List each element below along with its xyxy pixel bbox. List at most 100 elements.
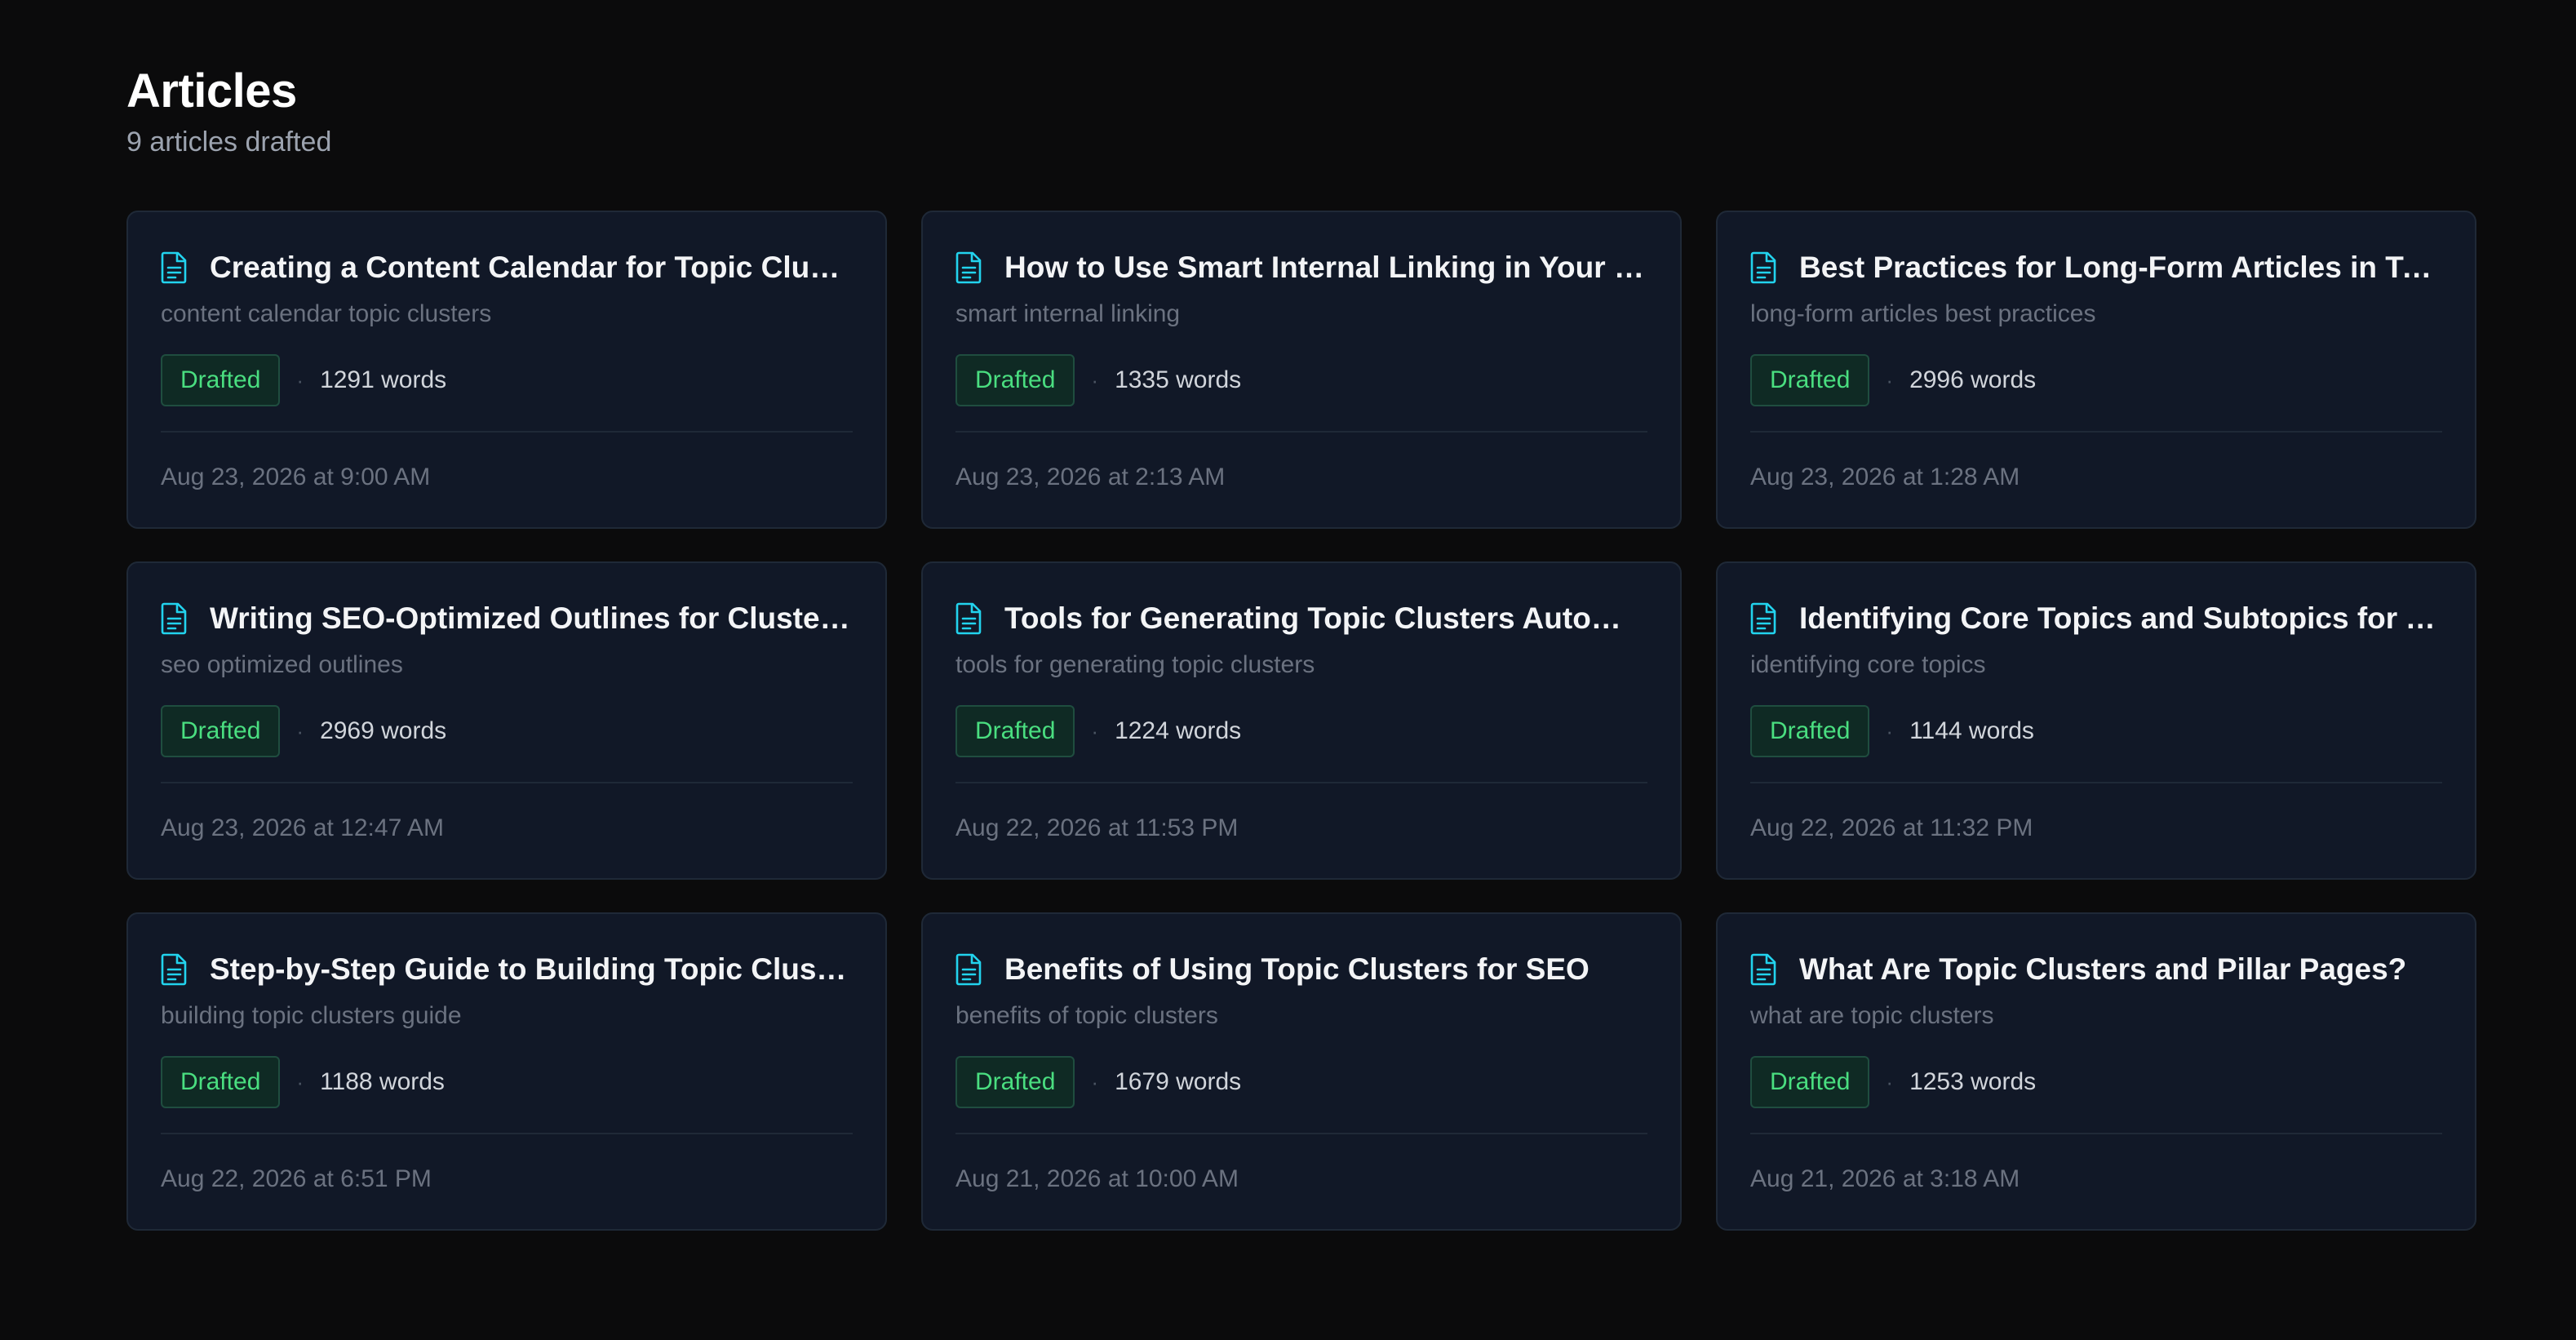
word-count: 1253 words (1909, 1068, 2037, 1095)
article-card[interactable]: How to Use Smart Internal Linking in You… (921, 211, 1682, 529)
card-header: Tools for Generating Topic Clusters Auto… (955, 596, 1647, 641)
article-count: 9 articles drafted (126, 126, 332, 158)
article-meta: Drafted · 1224 words (955, 705, 1647, 757)
document-icon (161, 953, 188, 986)
word-count: 2996 words (1909, 366, 2037, 393)
article-title[interactable]: Benefits of Using Topic Clusters for SEO (1004, 948, 1589, 991)
document-icon (1750, 602, 1778, 635)
article-card[interactable]: Tools for Generating Topic Clusters Auto… (921, 561, 1682, 880)
meta-separator: · (296, 718, 304, 743)
meta-separator: · (296, 1069, 304, 1094)
card-divider (161, 1133, 853, 1134)
article-card[interactable]: Benefits of Using Topic Clusters for SEO… (921, 912, 1682, 1231)
article-card[interactable]: Creating a Content Calendar for Topic Cl… (126, 211, 887, 529)
word-count: 2969 words (320, 717, 447, 744)
word-count: 1188 words (320, 1068, 445, 1095)
card-header: Creating a Content Calendar for Topic Cl… (161, 245, 853, 291)
article-title[interactable]: How to Use Smart Internal Linking in You… (1004, 246, 1647, 289)
document-icon (955, 251, 983, 284)
article-date: Aug 23, 2026 at 1:28 AM (1750, 464, 2020, 490)
document-icon (955, 953, 983, 986)
article-meta: Drafted · 2996 words (1750, 354, 2442, 406)
status-badge: Drafted (1750, 1056, 1870, 1108)
article-title[interactable]: What Are Topic Clusters and Pillar Pages… (1799, 948, 2406, 991)
article-title[interactable]: Identifying Core Topics and Subtopics fo… (1799, 597, 2442, 640)
article-title[interactable]: Writing SEO-Optimized Outlines for Clust… (210, 597, 853, 640)
document-icon (1750, 953, 1778, 986)
article-meta: Drafted · 1291 words (161, 354, 853, 406)
card-header: Step-by-Step Guide to Building Topic Clu… (161, 947, 853, 992)
article-keyword: identifying core topics (1750, 651, 1986, 678)
article-meta: Drafted · 1144 words (1750, 705, 2442, 757)
article-date: Aug 23, 2026 at 12:47 AM (161, 814, 444, 841)
card-header: How to Use Smart Internal Linking in You… (955, 245, 1647, 291)
article-card[interactable]: What Are Topic Clusters and Pillar Pages… (1716, 912, 2476, 1231)
status-badge: Drafted (1750, 354, 1870, 406)
article-meta: Drafted · 1188 words (161, 1056, 853, 1108)
article-title[interactable]: Step-by-Step Guide to Building Topic Clu… (210, 948, 853, 991)
document-icon (161, 602, 188, 635)
card-header: What Are Topic Clusters and Pillar Pages… (1750, 947, 2442, 992)
article-date: Aug 23, 2026 at 9:00 AM (161, 464, 431, 490)
article-title[interactable]: Tools for Generating Topic Clusters Auto… (1004, 597, 1647, 640)
word-count: 1335 words (1115, 366, 1242, 393)
article-meta: Drafted · 2969 words (161, 705, 853, 757)
article-title[interactable]: Best Practices for Long-Form Articles in… (1799, 246, 2442, 289)
article-keyword: what are topic clusters (1750, 1002, 1994, 1029)
document-icon (161, 251, 188, 284)
articles-page: Articles 9 articles drafted Creating a C… (126, 62, 2476, 1231)
article-keyword: smart internal linking (955, 300, 1181, 327)
meta-separator: · (1886, 718, 1894, 743)
article-keyword: benefits of topic clusters (955, 1002, 1218, 1029)
card-header: Identifying Core Topics and Subtopics fo… (1750, 596, 2442, 641)
status-badge: Drafted (161, 1056, 281, 1108)
status-badge: Drafted (955, 705, 1075, 757)
card-divider (161, 782, 853, 783)
card-divider (1750, 782, 2442, 783)
article-meta: Drafted · 1679 words (955, 1056, 1647, 1108)
meta-separator: · (1886, 1069, 1894, 1094)
article-card[interactable]: Writing SEO-Optimized Outlines for Clust… (126, 561, 887, 880)
article-meta: Drafted · 1253 words (1750, 1056, 2442, 1108)
meta-separator: · (1886, 367, 1894, 393)
meta-separator: · (1091, 1069, 1099, 1094)
status-badge: Drafted (161, 705, 281, 757)
article-grid: Creating a Content Calendar for Topic Cl… (126, 211, 2476, 1231)
meta-separator: · (296, 367, 304, 393)
word-count: 1224 words (1115, 717, 1242, 744)
article-card[interactable]: Step-by-Step Guide to Building Topic Clu… (126, 912, 887, 1231)
article-keyword: tools for generating topic clusters (955, 651, 1315, 678)
article-keyword: building topic clusters guide (161, 1002, 462, 1029)
card-divider (955, 782, 1647, 783)
word-count: 1291 words (320, 366, 447, 393)
article-date: Aug 22, 2026 at 11:53 PM (955, 814, 1239, 841)
card-divider (955, 1133, 1647, 1134)
article-keyword: long-form articles best practices (1750, 300, 2096, 327)
card-header: Writing SEO-Optimized Outlines for Clust… (161, 596, 853, 641)
article-keyword: content calendar topic clusters (161, 300, 492, 327)
article-card[interactable]: Identifying Core Topics and Subtopics fo… (1716, 561, 2476, 880)
document-icon (955, 602, 983, 635)
status-badge: Drafted (1750, 705, 1870, 757)
status-badge: Drafted (161, 354, 281, 406)
document-icon (1750, 251, 1778, 284)
article-card[interactable]: Best Practices for Long-Form Articles in… (1716, 211, 2476, 529)
status-badge: Drafted (955, 354, 1075, 406)
meta-separator: · (1091, 718, 1099, 743)
status-badge: Drafted (955, 1056, 1075, 1108)
page-title: Articles (126, 64, 297, 118)
card-header: Best Practices for Long-Form Articles in… (1750, 245, 2442, 291)
meta-separator: · (1091, 367, 1099, 393)
card-divider (161, 431, 853, 433)
card-divider (1750, 1133, 2442, 1134)
article-date: Aug 21, 2026 at 3:18 AM (1750, 1165, 2020, 1192)
article-title[interactable]: Creating a Content Calendar for Topic Cl… (210, 246, 853, 289)
card-header: Benefits of Using Topic Clusters for SEO (955, 947, 1647, 992)
word-count: 1679 words (1115, 1068, 1242, 1095)
article-keyword: seo optimized outlines (161, 651, 403, 678)
article-date: Aug 22, 2026 at 11:32 PM (1750, 814, 2033, 841)
card-divider (1750, 431, 2442, 433)
word-count: 1144 words (1909, 717, 2034, 744)
article-date: Aug 22, 2026 at 6:51 PM (161, 1165, 432, 1192)
card-divider (955, 431, 1647, 433)
